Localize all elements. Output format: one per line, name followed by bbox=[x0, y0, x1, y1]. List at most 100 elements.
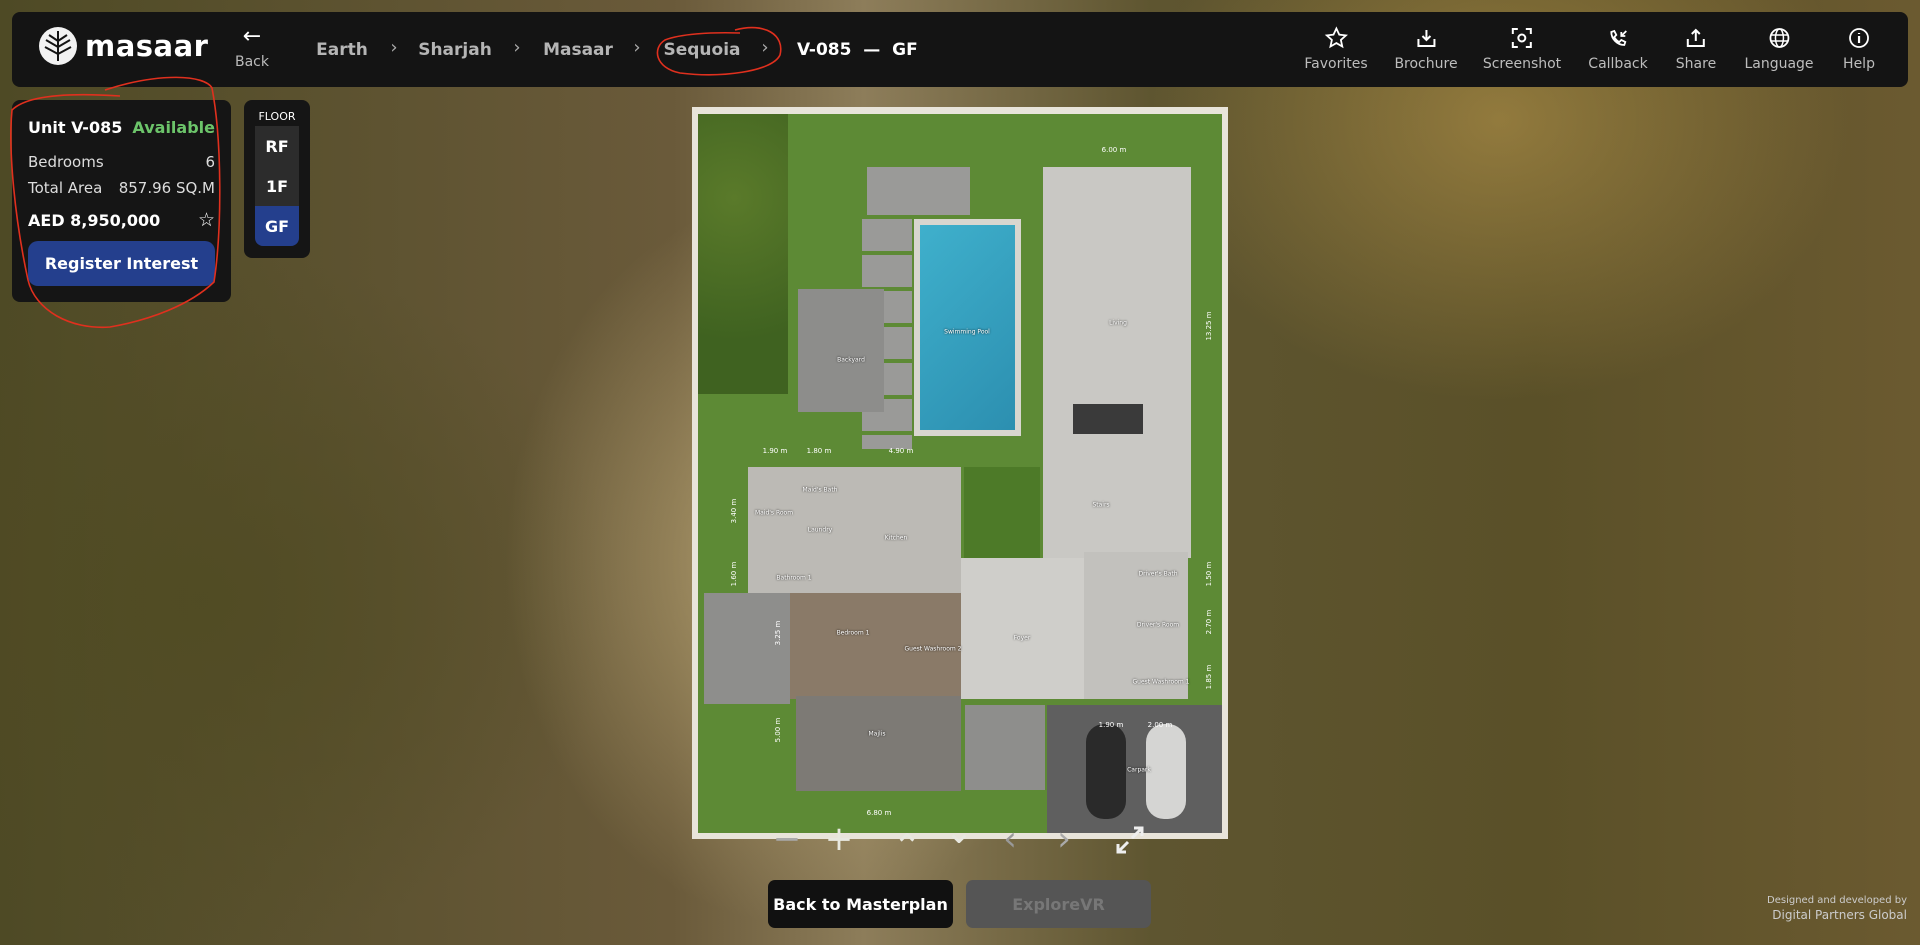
dimension-label: 4.90 m bbox=[888, 447, 914, 455]
dining-table bbox=[1073, 404, 1143, 434]
share-icon bbox=[1687, 28, 1705, 47]
dimension-label: 1.60 m bbox=[730, 561, 738, 587]
dimension-label: 2.00 m bbox=[1147, 721, 1173, 729]
floor-rf[interactable]: RF bbox=[255, 126, 299, 166]
breadcrumb-masaar[interactable]: Masaar bbox=[543, 40, 613, 60]
dimension-label: 1.80 m bbox=[806, 447, 832, 455]
pan-down-button[interactable]: ⌄ bbox=[945, 815, 974, 849]
room-label: Swimming Pool bbox=[944, 328, 990, 336]
credit-company[interactable]: Digital Partners Global bbox=[1767, 908, 1907, 922]
room-label: Maid's Bath bbox=[802, 486, 838, 494]
price: AED 8,950,000 bbox=[28, 210, 161, 230]
room-label: Guest Washroom 1 bbox=[1132, 678, 1190, 686]
logo-text: masaar bbox=[85, 29, 209, 63]
help-label: Help bbox=[1843, 56, 1875, 72]
back-label: Back bbox=[235, 54, 269, 70]
paving bbox=[867, 167, 970, 215]
brochure-button[interactable]: Brochure bbox=[1394, 26, 1458, 72]
living-area bbox=[1043, 167, 1191, 558]
car bbox=[1146, 724, 1186, 819]
floor-1f[interactable]: 1F bbox=[255, 166, 299, 206]
floor-plan[interactable]: Swimming Pool Living Backyard Kitchen Fo… bbox=[692, 107, 1228, 839]
dimension-label: 1.90 m bbox=[1098, 721, 1124, 729]
chevron-right-icon: › bbox=[513, 37, 521, 58]
callback-label: Callback bbox=[1588, 56, 1648, 72]
dimension-label: 3.25 m bbox=[774, 620, 782, 646]
screenshot-label: Screenshot bbox=[1482, 56, 1562, 72]
zoom-in-button[interactable]: + bbox=[825, 822, 854, 856]
swimming-pool bbox=[914, 219, 1021, 436]
room-label: Foyer bbox=[1013, 634, 1031, 642]
dimension-label: 1.50 m bbox=[1205, 561, 1213, 587]
pan-right-button[interactable]: › bbox=[1057, 822, 1071, 856]
globe-icon bbox=[1769, 28, 1789, 48]
share-label: Share bbox=[1675, 56, 1717, 72]
area-value: 857.96 SQ.M bbox=[118, 179, 215, 197]
room-label: Stairs bbox=[1092, 501, 1110, 509]
dimension-label: 6.80 m bbox=[866, 809, 892, 817]
breadcrumb-current: V-085 — GF bbox=[797, 40, 918, 60]
dimension-label: 13.25 m bbox=[1205, 311, 1213, 341]
zoom-out-button[interactable]: − bbox=[773, 822, 802, 856]
room-label: Driver's Room bbox=[1136, 621, 1180, 629]
logo[interactable]: masaar bbox=[39, 27, 209, 65]
back-button[interactable]: ← Back bbox=[225, 26, 279, 71]
room-label: Carpark bbox=[1127, 766, 1151, 774]
back-to-masterplan-button[interactable]: Back to Masterplan bbox=[768, 880, 953, 928]
bedrooms-value: 6 bbox=[205, 153, 215, 171]
courtyard-garden bbox=[964, 467, 1040, 558]
floor-title: FLOOR bbox=[258, 110, 296, 123]
paving bbox=[704, 593, 790, 704]
room-label: Laundry bbox=[807, 526, 833, 534]
status-badge: Available bbox=[132, 118, 215, 137]
language-button[interactable]: Language bbox=[1744, 26, 1814, 72]
room-label: Bedroom 1 bbox=[836, 629, 870, 637]
register-interest-button[interactable]: Register Interest bbox=[28, 241, 215, 286]
chevron-right-icon: › bbox=[390, 37, 398, 58]
callback-button[interactable]: Callback bbox=[1588, 26, 1648, 72]
favorite-star-icon[interactable]: ☆ bbox=[198, 209, 215, 231]
language-label: Language bbox=[1744, 56, 1814, 72]
pan-left-button[interactable]: ‹ bbox=[1003, 822, 1017, 856]
share-button[interactable]: Share bbox=[1676, 26, 1716, 72]
breadcrumb-earth[interactable]: Earth bbox=[316, 40, 368, 60]
foyer-area bbox=[961, 558, 1087, 699]
credit: Designed and developed by Digital Partne… bbox=[1767, 895, 1907, 922]
breadcrumb-sharjah[interactable]: Sharjah bbox=[418, 40, 492, 60]
screenshot-button[interactable]: Screenshot bbox=[1483, 26, 1561, 72]
room-label: Maid's Room bbox=[754, 509, 794, 517]
favorites-button[interactable]: Favorites bbox=[1304, 26, 1368, 72]
room-label: Living bbox=[1109, 319, 1127, 327]
majlis-area bbox=[796, 696, 961, 791]
dimension-label: 5.00 m bbox=[774, 717, 782, 743]
unit-name: Unit V-085 bbox=[28, 118, 123, 137]
credit-line: Designed and developed by bbox=[1767, 895, 1907, 906]
pan-up-button[interactable]: ⌃ bbox=[893, 830, 922, 864]
paving bbox=[965, 705, 1045, 790]
trees bbox=[698, 114, 788, 394]
explore-vr-button[interactable]: ExploreVR bbox=[966, 880, 1151, 928]
phone-callback-icon bbox=[1610, 29, 1627, 46]
favorites-label: Favorites bbox=[1304, 56, 1368, 72]
room-label: Kitchen bbox=[884, 534, 908, 542]
breadcrumb-sequoia[interactable]: Sequoia bbox=[663, 40, 740, 60]
floor-selector: FLOOR RF 1F GF bbox=[244, 100, 310, 258]
room-label: Backyard bbox=[837, 356, 865, 364]
car bbox=[1086, 724, 1126, 819]
help-button[interactable]: Help bbox=[1843, 26, 1875, 72]
download-icon bbox=[1417, 30, 1435, 47]
brochure-label: Brochure bbox=[1394, 56, 1458, 72]
fullscreen-expand-icon[interactable] bbox=[1114, 824, 1146, 862]
floor-gf[interactable]: GF bbox=[255, 206, 299, 246]
bedrooms-label: Bedrooms bbox=[28, 153, 104, 171]
dimension-label: 3.40 m bbox=[730, 498, 738, 524]
dimension-label: 2.70 m bbox=[1205, 609, 1213, 635]
room-label: Majlis bbox=[868, 730, 886, 738]
room-label: Driver's Bath bbox=[1138, 570, 1178, 578]
chevron-right-icon: › bbox=[633, 37, 641, 58]
dimension-label: 1.90 m bbox=[762, 447, 788, 455]
star-icon bbox=[1324, 26, 1348, 49]
chevron-right-icon: › bbox=[761, 37, 769, 58]
leaf-logo-icon bbox=[39, 27, 77, 65]
dimension-label: 6.00 m bbox=[1101, 146, 1127, 154]
